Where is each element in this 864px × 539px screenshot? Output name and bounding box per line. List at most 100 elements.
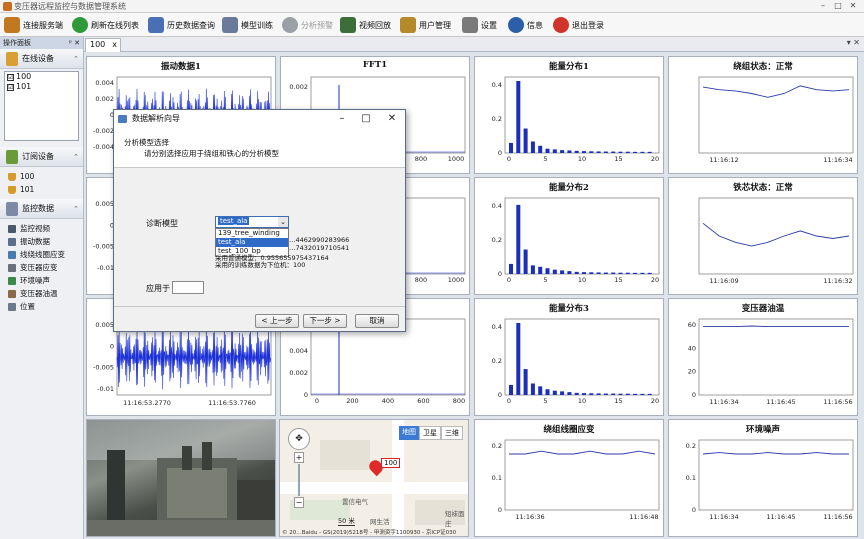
toolbar-button-refresh[interactable]: 刷新在线列表 [72, 16, 139, 34]
subscribed-item-100[interactable]: 100 [0, 170, 83, 183]
zoom-in-button[interactable]: + [294, 452, 304, 463]
subscribed-item-101[interactable]: 101 [0, 183, 83, 196]
monitor-item-icon [8, 276, 16, 285]
y-tick-label: -0.004 [93, 143, 114, 151]
close-icon[interactable]: x [112, 39, 117, 51]
tab-label: 100 [90, 40, 106, 49]
close-button[interactable]: ✕ [846, 1, 860, 11]
tab-controls[interactable]: ▾ ✕ [847, 38, 860, 47]
cancel-button[interactable]: 取消 [355, 314, 399, 328]
toolbar-button-video-playback[interactable]: 视频回放 [340, 16, 391, 34]
location-map[interactable]: ✥ + − 地图 卫星 三维 100 置信电气 短袜面庄 网生活 50 米 © … [279, 419, 469, 537]
toolbar-label: 信息 [527, 20, 543, 30]
monitor-item-0[interactable]: 监控视频 [0, 222, 83, 235]
bar [596, 272, 601, 274]
monitor-item-label: 线绕线圈应变 [20, 250, 65, 259]
dialog-close-button[interactable]: ✕ [380, 110, 404, 128]
maximize-button[interactable]: □ [831, 1, 845, 11]
chart-panel-e3[interactable]: 能量分布3 0.4 0.2 0 0 5 10 15 20 [474, 298, 664, 416]
map-type-map[interactable]: 地图 [399, 426, 419, 440]
monitor-data-header[interactable]: 监控数据 ⌃ [0, 199, 83, 219]
monitor-item-1[interactable]: 振动数据 [0, 235, 83, 248]
monitor-data-label: 监控数据 [22, 204, 54, 213]
dialog-minimize-button[interactable]: – [330, 110, 354, 128]
chart-panel-strain[interactable]: 绕组线圈应变 0.2 0.1 0 11:16:36 11:16:48 [474, 419, 664, 537]
chart-panel-e2[interactable]: 能量分布2 0.4 0.2 0 0 5 10 15 20 [474, 177, 664, 295]
dropdown-option[interactable]: 139_tree_winding [216, 229, 288, 238]
dialog-maximize-button[interactable]: □ [354, 110, 378, 128]
bar [596, 393, 601, 395]
minimize-button[interactable]: – [816, 1, 830, 11]
y-tick-label: 0.4 [492, 323, 502, 331]
chart-panel-oil[interactable]: 变压器油温 60 40 20 0 11:16:34 11:16:45 11:16:56 [668, 298, 858, 416]
next-button[interactable]: 下一步 > [303, 314, 347, 328]
dialog-titlebar: 数据解析向导 – □ ✕ [114, 110, 405, 128]
subscribed-devices-header[interactable]: 订阅设备 ⌃ [0, 147, 83, 167]
toolbar-button-user-manage[interactable]: 用户管理 [400, 16, 451, 34]
toolbar-button-logout[interactable]: 退出登录 [553, 16, 604, 34]
toolbar-button-analysis-alert[interactable]: 分析预警 [282, 16, 333, 34]
database-icon [8, 185, 16, 194]
zoom-slider[interactable] [298, 464, 300, 496]
x-tick-label: 0 [507, 276, 511, 284]
y-tick-label: 0.004 [95, 79, 114, 87]
bar [603, 393, 608, 395]
toolbar-button-info[interactable]: 信息 [508, 16, 543, 34]
toolbar-button-settings[interactable]: 设置 [462, 16, 497, 34]
list-item[interactable]: ☑ 100 [5, 72, 78, 82]
monitor-data-list: 监控视频 振动数据线绕线圈应变变压器应变 环境噪声 变压器油温位置 [0, 219, 83, 313]
marker-label: 100 [381, 458, 401, 468]
prev-button[interactable]: < 上一步 [255, 314, 299, 328]
plot-area [698, 197, 854, 275]
monitor-icon [6, 201, 18, 216]
bar [530, 265, 535, 274]
chevron-up-icon[interactable]: ⌃ [73, 205, 79, 213]
chart-panel-state1[interactable]: 绕组状态：正常 11:16:12 11:16:34 [668, 56, 858, 174]
tab-100[interactable]: 100 x [85, 38, 121, 52]
monitor-item-5[interactable]: 变压器油温 [0, 287, 83, 300]
x-tick-label: 10 [578, 276, 586, 284]
monitor-video[interactable] [86, 419, 276, 537]
bar [574, 271, 579, 274]
chart-panel-state2[interactable]: 铁芯状态：正常 11:16:09 11:16:32 [668, 177, 858, 295]
checkbox[interactable]: ☑ [7, 73, 14, 81]
online-devices-header[interactable]: 在线设备 ⌃ [0, 49, 83, 69]
toolbar-button-server-connect[interactable]: 连接服务端 [4, 16, 63, 34]
pan-control[interactable]: ✥ [288, 428, 310, 450]
bar [545, 148, 550, 153]
chevron-down-icon[interactable]: ⌄ [278, 217, 288, 227]
apply-input[interactable] [172, 281, 204, 294]
x-tick-label: 11:16:56 [823, 513, 852, 521]
pin-icon[interactable]: ᵖ ✕ [69, 37, 80, 49]
list-item[interactable]: ☑ 101 [5, 82, 78, 92]
model-label: 诊断模型 [146, 219, 178, 228]
toolbar-label: 退出登录 [572, 20, 604, 30]
chart-panel-e1[interactable]: 能量分布1 0.4 0.2 0 0 5 10 15 20 [474, 56, 664, 174]
monitor-item-3[interactable]: 变压器应变 [0, 261, 83, 274]
online-devices-label: 在线设备 [22, 54, 54, 63]
bar [647, 272, 652, 274]
map-type-satellite[interactable]: 卫星 [419, 426, 441, 440]
bar [567, 271, 572, 274]
monitor-item-4[interactable]: 环境噪声 [0, 274, 83, 287]
map-type-3d[interactable]: 三维 [441, 426, 463, 440]
monitor-item-6[interactable]: 位置 [0, 300, 83, 313]
toolbar-button-model-train[interactable]: 模型训练 [222, 16, 273, 34]
chevron-up-icon[interactable]: ⌃ [73, 153, 79, 161]
monitor-item-2[interactable]: 线绕线圈应变 [0, 248, 83, 261]
model-select[interactable]: test_ala ⌄ [215, 216, 289, 228]
toolbar-button-history-query[interactable]: 历史数据查询 [148, 16, 215, 34]
bar [618, 151, 623, 153]
monitor-item-label: 位置 [20, 302, 35, 311]
chevron-up-icon[interactable]: ⌃ [73, 55, 79, 63]
history-query-icon [148, 17, 164, 33]
y-tick-label: 0 [498, 270, 502, 278]
plot-area [698, 439, 854, 511]
dropdown-option-selected[interactable]: test_ala [216, 238, 288, 247]
bar [574, 392, 579, 395]
checkbox[interactable]: ☑ [7, 83, 14, 91]
online-device-list[interactable]: ☑ 100 ☑ 101 [4, 71, 79, 141]
chart-panel-noise[interactable]: 环境噪声 0.2 0.1 0 11:16:34 11:16:45 11:16:56 [668, 419, 858, 537]
wizard-header: 分析模型选择 请分别选择应用于绕组和铁心的分析模型 [114, 128, 405, 168]
zoom-out-button[interactable]: − [294, 497, 304, 508]
